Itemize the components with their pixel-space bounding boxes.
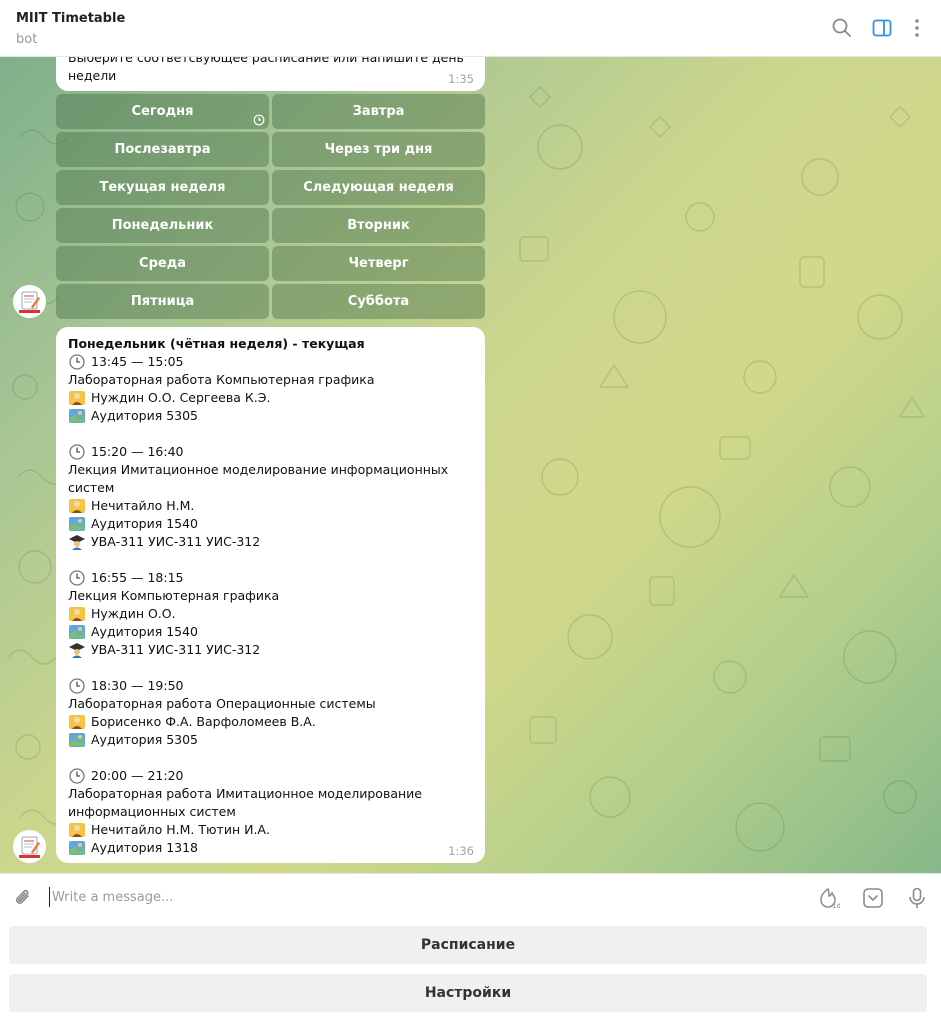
lesson-time: 15:20 — 16:40 xyxy=(68,443,478,461)
teacher-icon xyxy=(68,606,86,622)
bot-message-prompt[interactable]: Выберите соответсвующее расписание или н… xyxy=(56,57,485,91)
kb-thursday-button[interactable]: Четверг xyxy=(272,246,485,281)
lesson-room: Аудитория 5305 xyxy=(68,731,478,749)
kb-friday-button[interactable]: Пятница xyxy=(56,284,269,319)
microphone-icon[interactable] xyxy=(905,886,929,910)
kb-next-week-button[interactable]: Следующая неделя xyxy=(272,170,485,205)
chat-header: MIIT Timetable bot xyxy=(0,0,941,57)
lesson-title: Лекция Компьютерная графика xyxy=(68,588,280,603)
lesson-room: Аудитория 1318 xyxy=(68,839,478,857)
map-icon xyxy=(68,840,86,856)
pending-clock-icon xyxy=(253,114,265,126)
kb-wednesday-button[interactable]: Среда xyxy=(56,246,269,281)
lesson-time: 16:55 — 18:15 xyxy=(68,569,478,587)
lesson-title: Лекция Имитационное моделирование информ… xyxy=(68,462,449,495)
lesson-time: 13:45 — 15:05 xyxy=(68,353,478,371)
lesson-time: 18:30 — 19:50 xyxy=(68,677,478,695)
bot-message-schedule[interactable]: Понедельник (чётная неделя) - текущая 13… xyxy=(56,327,485,863)
map-icon xyxy=(68,408,86,424)
clock-icon xyxy=(68,768,86,784)
kb-current-week-button[interactable]: Текущая неделя xyxy=(56,170,269,205)
message-input-bar: Write a message... 1d xyxy=(0,873,941,921)
kb-day-after-tomorrow-button[interactable]: Послезавтра xyxy=(56,132,269,167)
bot-avatar[interactable] xyxy=(13,830,46,863)
teacher-icon xyxy=(68,822,86,838)
chat-title[interactable]: MIIT Timetable xyxy=(16,11,125,26)
kb-today-button[interactable]: Сегодня xyxy=(56,94,269,129)
lesson-teacher: Борисенко Ф.А. Варфоломеев В.А. xyxy=(68,713,478,731)
lesson-teacher: Нуждин О.О. xyxy=(68,605,478,623)
map-icon xyxy=(68,624,86,640)
map-icon xyxy=(68,516,86,532)
settings-reply-button[interactable]: Настройки xyxy=(9,974,927,1012)
clock-icon xyxy=(68,570,86,586)
message-input[interactable]: Write a message... xyxy=(52,890,173,905)
svg-text:1d: 1d xyxy=(832,902,840,910)
message-text: Выберите соответсвующее расписание или н… xyxy=(68,57,464,83)
kb-tomorrow-button[interactable]: Завтра xyxy=(272,94,485,129)
lesson-teacher: Нечитайло Н.М. Тютин И.А. xyxy=(68,821,478,839)
lesson-teacher: Нечитайло Н.М. xyxy=(68,497,478,515)
schedule-reply-button[interactable]: Расписание xyxy=(9,926,927,964)
kb-tuesday-button[interactable]: Вторник xyxy=(272,208,485,243)
message-time: 1:35 xyxy=(448,72,474,86)
clock-icon xyxy=(68,678,86,694)
student-icon xyxy=(68,642,86,658)
lesson-groups: УВА-311 УИС-311 УИС-312 xyxy=(68,533,478,551)
kb-saturday-button[interactable]: Суббота xyxy=(272,284,485,319)
lesson-title: Лабораторная работа Компьютерная графика xyxy=(68,372,375,387)
sidebar-toggle-icon[interactable] xyxy=(871,17,893,39)
clock-icon xyxy=(68,354,86,370)
reply-keyboard: Расписание Настройки xyxy=(0,921,941,1019)
teacher-icon xyxy=(68,498,86,514)
search-icon[interactable] xyxy=(831,17,853,39)
lesson-groups: УВА-311 УИС-311 УИС-312 xyxy=(68,641,478,659)
chat-area[interactable]: Выберите соответсвующее расписание или н… xyxy=(0,57,941,873)
map-icon xyxy=(68,732,86,748)
lesson-room: Аудитория 5305 xyxy=(68,407,478,425)
clock-icon xyxy=(68,444,86,460)
kb-in-three-days-button[interactable]: Через три дня xyxy=(272,132,485,167)
lesson-teacher: Нуждин О.О. Сергеева К.Э. xyxy=(68,389,478,407)
bot-keyboard-toggle-icon[interactable] xyxy=(861,886,885,910)
schedule-heading: Понедельник (чётная неделя) - текущая xyxy=(68,336,365,351)
kb-monday-button[interactable]: Понедельник xyxy=(56,208,269,243)
schedule-content: Понедельник (чётная неделя) - текущая 13… xyxy=(68,335,478,857)
teacher-icon xyxy=(68,714,86,730)
message-time: 1:36 xyxy=(448,844,474,858)
lesson-time: 20:00 — 21:20 xyxy=(68,767,478,785)
self-destruct-timer-icon[interactable]: 1d xyxy=(816,886,840,910)
student-icon xyxy=(68,534,86,550)
lesson-room: Аудитория 1540 xyxy=(68,623,478,641)
lesson-title: Лабораторная работа Операционные системы xyxy=(68,696,376,711)
attach-icon[interactable] xyxy=(12,887,34,909)
text-cursor xyxy=(49,887,50,907)
lesson-room: Аудитория 1540 xyxy=(68,515,478,533)
bot-avatar[interactable] xyxy=(13,285,46,318)
more-menu-icon[interactable] xyxy=(906,17,928,39)
lesson-title: Лабораторная работа Имитационное моделир… xyxy=(68,786,422,819)
teacher-icon xyxy=(68,390,86,406)
chat-subtitle: bot xyxy=(16,32,38,47)
